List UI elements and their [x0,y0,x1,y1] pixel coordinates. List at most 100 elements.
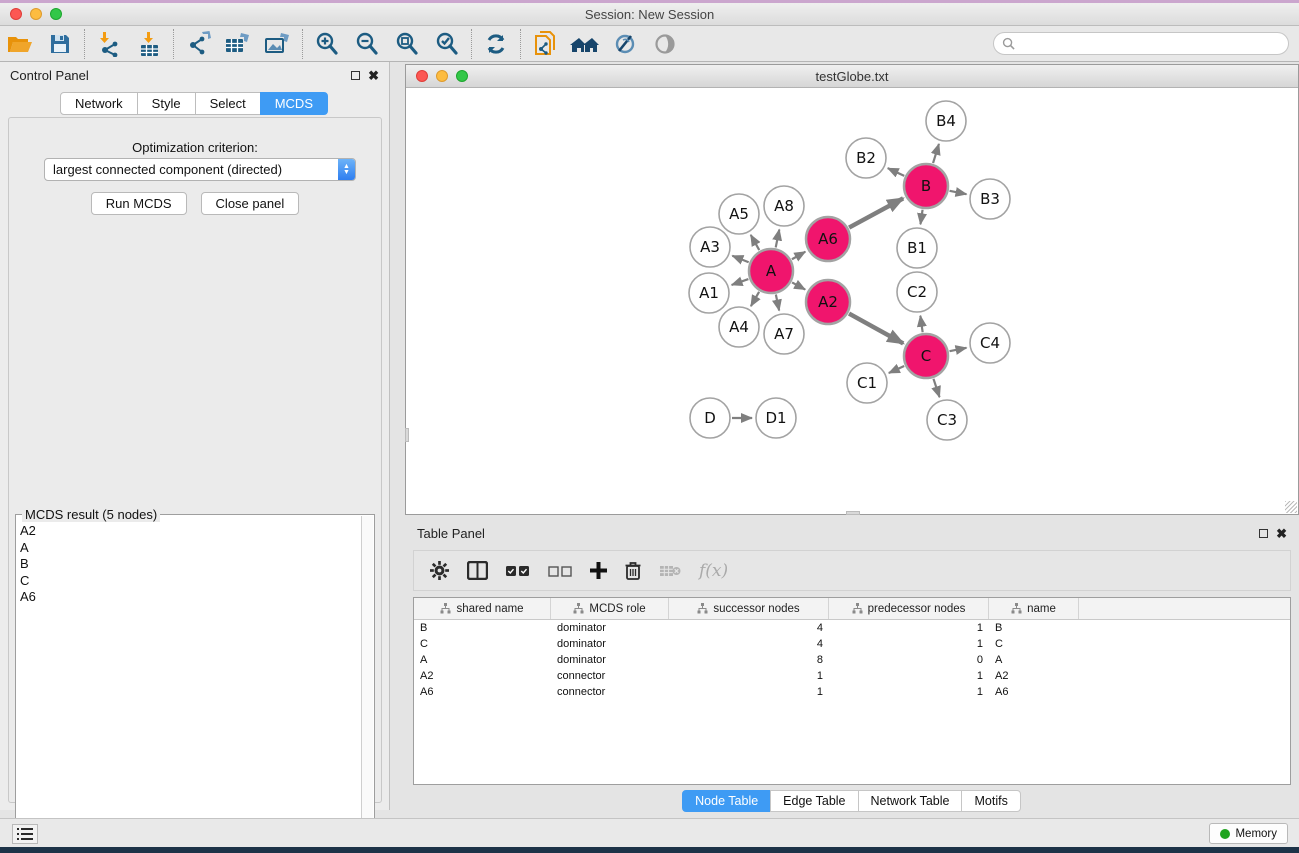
edge-C-C4[interactable] [950,348,967,351]
function-builder-icon[interactable]: f(x) [699,561,728,581]
edge-B-B1[interactable] [920,210,922,224]
edge-C-C1[interactable] [889,366,904,373]
import-table-button[interactable] [129,28,169,60]
tab-network[interactable]: Network [60,92,138,115]
result-scrollbar[interactable] [361,516,373,846]
column-header-MCDS-role[interactable]: MCDS role [551,598,669,619]
node-B[interactable]: B [904,164,948,208]
search-input[interactable] [1019,37,1288,51]
network-canvas[interactable]: B4B2BB3A5A8A3A6B1AA1A2C2A4A7CC4C1C3DD1 [406,89,1298,514]
node-A4[interactable]: A4 [719,307,759,347]
export-table-button[interactable] [218,28,258,60]
tab-motifs[interactable]: Motifs [961,790,1020,812]
table-options-gear-icon[interactable] [430,561,449,580]
node-D1[interactable]: D1 [756,398,796,438]
column-header-successor-nodes[interactable]: successor nodes [669,598,829,619]
close-table-panel-icon[interactable]: ✖ [1276,529,1287,538]
float-panel-icon[interactable] [351,71,360,80]
home-button[interactable] [565,28,605,60]
edge-C-C3[interactable] [933,379,939,397]
edge-B-B2[interactable] [888,168,905,176]
edge-B-B4[interactable] [933,144,939,163]
node-table[interactable]: shared nameMCDS rolesuccessor nodesprede… [413,597,1291,785]
delete-column-icon[interactable] [625,561,641,580]
edge-A-A1[interactable] [732,279,749,285]
export-network-button[interactable] [178,28,218,60]
zoom-out-button[interactable] [347,28,387,60]
result-item[interactable]: B [20,556,360,573]
import-network-button[interactable] [89,28,129,60]
zoom-in-button[interactable] [307,28,347,60]
result-item[interactable]: A2 [20,523,360,540]
node-C3[interactable]: C3 [927,400,967,440]
refresh-button[interactable] [476,28,516,60]
edge-A-A7[interactable] [776,295,779,311]
node-C4[interactable]: C4 [970,323,1010,363]
node-C2[interactable]: C2 [897,272,937,312]
column-header-name[interactable]: name [989,598,1079,619]
task-history-button[interactable] [12,824,38,844]
zoom-fit-button[interactable] [387,28,427,60]
table-row[interactable]: Bdominator41B [414,620,1290,636]
left-scroll-tick[interactable] [405,428,409,442]
new-network-from-selection-button[interactable] [525,28,565,60]
table-row[interactable]: A6connector11A6 [414,684,1290,700]
tab-edge-table[interactable]: Edge Table [770,790,858,812]
show-columns-icon[interactable] [467,561,488,580]
zoom-selected-button[interactable] [427,28,467,60]
edge-A-A4[interactable] [751,292,759,306]
column-header-shared-name[interactable]: shared name [414,598,551,619]
node-C1[interactable]: C1 [847,363,887,403]
criterion-select[interactable]: largest connected component (directed) ▲… [44,158,356,181]
hide-style-icon[interactable] [605,28,645,60]
tab-style[interactable]: Style [137,92,196,115]
bottom-scroll-tick[interactable] [846,511,860,515]
node-A[interactable]: A [749,249,793,293]
edge-B-B3[interactable] [950,191,967,194]
edge-A-A8[interactable] [776,230,780,248]
table-row[interactable]: Adominator80A [414,652,1290,668]
search-box[interactable] [993,32,1289,55]
deselect-all-checkboxes-icon[interactable] [548,565,572,577]
show-view-eye-icon[interactable] [645,28,685,60]
tab-mcds[interactable]: MCDS [260,92,328,115]
edge-A-A3[interactable] [732,256,748,262]
column-header-predecessor-nodes[interactable]: predecessor nodes [829,598,989,619]
node-A2[interactable]: A2 [806,280,850,324]
node-A5[interactable]: A5 [719,194,759,234]
table-row[interactable]: A2connector11A2 [414,668,1290,684]
table-row[interactable]: Cdominator41C [414,636,1290,652]
tab-select[interactable]: Select [195,92,261,115]
tab-node-table[interactable]: Node Table [682,790,771,812]
resize-gripper[interactable] [1285,501,1297,513]
edge-A-A6[interactable] [792,252,805,260]
close-panel-button[interactable]: Close panel [201,192,300,215]
node-D[interactable]: D [690,398,730,438]
edge-A6-B[interactable] [849,198,903,227]
save-session-button[interactable] [40,28,80,60]
node-A7[interactable]: A7 [764,314,804,354]
node-A8[interactable]: A8 [764,186,804,226]
close-panel-icon[interactable]: ✖ [368,71,379,80]
node-C[interactable]: C [904,334,948,378]
open-file-button[interactable] [0,28,40,60]
node-B3[interactable]: B3 [970,179,1010,219]
run-mcds-button[interactable]: Run MCDS [91,192,187,215]
select-all-checkboxes-icon[interactable] [506,565,530,577]
result-item[interactable]: C [20,573,360,590]
network-window-titlebar[interactable]: testGlobe.txt [406,65,1298,88]
memory-button[interactable]: Memory [1209,823,1288,844]
mcds-result-list[interactable]: A2ABCA6 [20,523,360,845]
export-image-button[interactable] [258,28,298,60]
tab-network-table[interactable]: Network Table [858,790,963,812]
node-B1[interactable]: B1 [897,228,937,268]
delete-table-icon[interactable] [659,564,681,578]
add-column-icon[interactable] [590,562,607,579]
result-item[interactable]: A [20,540,360,557]
node-A1[interactable]: A1 [689,273,729,313]
edge-A2-C[interactable] [849,314,903,344]
node-B2[interactable]: B2 [846,138,886,178]
edge-C-C2[interactable] [920,316,922,332]
node-A3[interactable]: A3 [690,227,730,267]
edge-A-A5[interactable] [751,235,760,250]
